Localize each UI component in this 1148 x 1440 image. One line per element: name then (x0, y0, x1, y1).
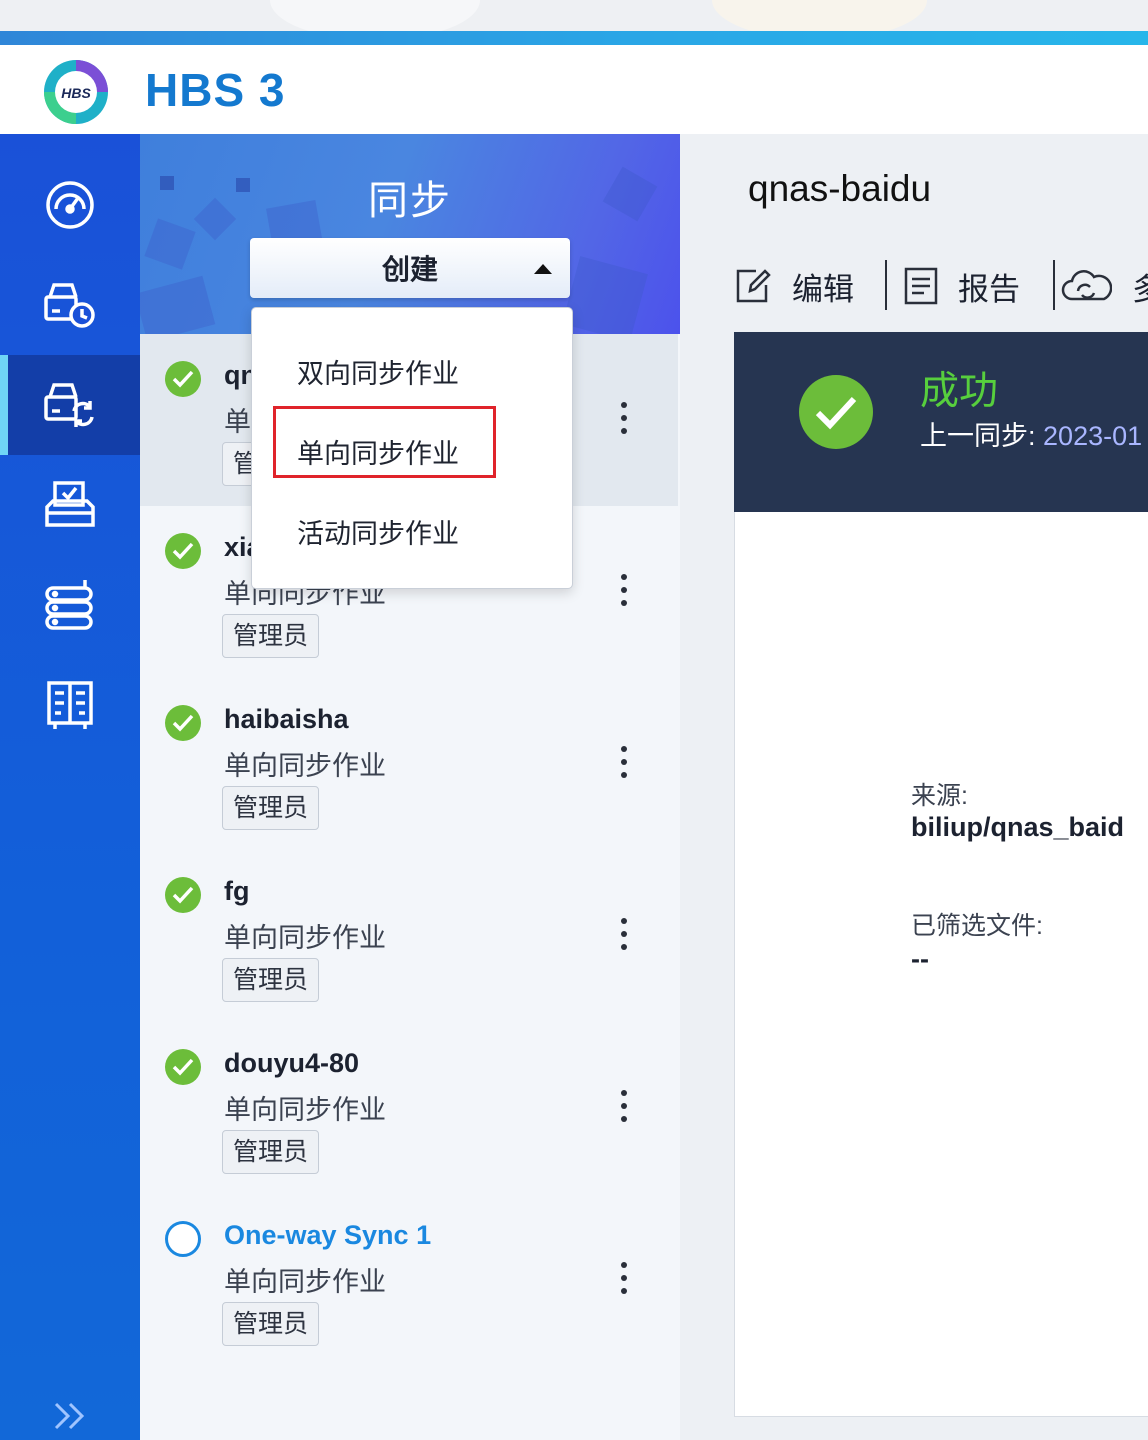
nav-storage[interactable] (0, 555, 140, 655)
background-shape (270, 0, 480, 31)
browser-top-strip (0, 0, 1148, 31)
job-name: fg (224, 876, 250, 906)
status-text: 成功 (920, 370, 999, 413)
more-options-icon[interactable] (610, 742, 638, 782)
owner-tag: 管理员 (222, 1130, 320, 1174)
sync-icon (44, 383, 94, 427)
menu-item-active-sync[interactable]: 活动同步作业 (297, 512, 459, 551)
pending-circle-icon (165, 1221, 201, 1257)
multi-cloud-button[interactable]: 多 (1060, 260, 1148, 312)
detail-toolbar: 编辑 报告 多 (734, 260, 1148, 312)
job-detail-pane: qnas-baidu 编辑 报告 多 成功 上一同步: 2023-01 来源: … (680, 134, 1148, 1440)
job-name: douyu4-80 (224, 1048, 360, 1078)
create-dropdown-menu: 双向同步作业 单向同步作业 活动同步作业 (251, 307, 573, 589)
job-name: One-way Sync 1 (224, 1220, 432, 1250)
job-type: 单向同步作业 (224, 1267, 386, 1297)
source-value: biliup/qnas_baid (911, 812, 1125, 842)
status-card: 成功 上一同步: 2023-01 (734, 332, 1148, 512)
report-button[interactable]: 报告 (904, 260, 1020, 312)
dashboard-icon (46, 181, 94, 229)
nav-sync[interactable] (0, 355, 140, 455)
owner-tag: 管理员 (222, 1302, 320, 1346)
more-options-icon[interactable] (610, 914, 638, 954)
job-name: haibaisha (224, 704, 349, 734)
create-button[interactable]: 创建 (250, 238, 570, 298)
section-title: 同步 (368, 179, 452, 223)
services-cabinet-icon (47, 681, 93, 729)
banner-decoration (144, 218, 196, 270)
jobs-tray-icon (45, 481, 95, 527)
double-chevron-right-icon (54, 1402, 85, 1430)
success-check-icon (165, 877, 201, 913)
cloud-sync-icon (1061, 270, 1112, 301)
menu-item-one-way-sync[interactable]: 单向同步作业 (297, 432, 459, 471)
owner-tag: 管理员 (222, 786, 320, 830)
filtered-files-value: -- (911, 944, 929, 974)
success-check-icon (165, 533, 201, 569)
section-banner: 同步 创建 (140, 134, 680, 334)
edit-icon (736, 269, 771, 303)
job-item[interactable]: haibaisha 单向同步作业 管理员 (140, 678, 678, 850)
source-label: 来源: (911, 782, 968, 810)
filtered-files-label: 已筛选文件: (911, 912, 1043, 940)
nav-backup-restore[interactable] (0, 255, 140, 355)
expand-rail-button[interactable] (48, 1394, 92, 1438)
banner-decoration (562, 256, 648, 334)
success-check-icon (165, 1049, 201, 1085)
more-options-icon[interactable] (610, 398, 638, 438)
last-sync: 上一同步: 2023-01 (920, 414, 1142, 453)
create-button-label: 创建 (381, 254, 438, 285)
edit-button[interactable]: 编辑 (734, 260, 854, 312)
accent-bar (0, 31, 1148, 45)
last-sync-label: 上一同步: (920, 421, 1036, 451)
banner-decoration (140, 275, 216, 334)
more-options-icon[interactable] (610, 1086, 638, 1126)
more-options-icon[interactable] (610, 570, 638, 610)
background-shape (712, 0, 927, 31)
success-check-icon (165, 705, 201, 741)
report-label: 报告 (958, 271, 1020, 307)
detail-body: 来源: biliup/qnas_baid 已筛选文件: -- (734, 512, 1148, 1417)
nav-services[interactable] (0, 655, 140, 755)
edit-label: 编辑 (792, 271, 854, 307)
job-type: 单向同步作业 (224, 751, 386, 781)
job-type: 单向同步作业 (224, 923, 386, 953)
app-header: HBS HBS 3 (0, 45, 1148, 134)
success-check-icon (165, 361, 201, 397)
app-title: HBS 3 (145, 64, 286, 116)
nav-dashboard[interactable] (0, 155, 140, 255)
multi-cloud-label: 多 (1132, 271, 1148, 307)
job-item[interactable]: fg 单向同步作业 管理员 (140, 850, 678, 1022)
hbs-logo: HBS (42, 58, 110, 126)
report-icon (904, 267, 938, 305)
svg-text:HBS: HBS (61, 85, 91, 101)
toolbar-divider (1053, 260, 1055, 310)
owner-tag: 管理员 (222, 958, 320, 1002)
last-sync-value: 2023-01 (1043, 421, 1143, 451)
job-item[interactable]: One-way Sync 1 单向同步作业 管理员 (140, 1194, 678, 1366)
storage-server-icon (45, 580, 93, 630)
owner-tag: 管理员 (222, 614, 320, 658)
job-type: 单向同步作业 (224, 1095, 386, 1125)
backup-restore-icon (44, 283, 95, 328)
left-nav-rail (0, 134, 140, 1440)
menu-item-two-way-sync[interactable]: 双向同步作业 (297, 352, 459, 391)
success-check-icon (799, 375, 873, 449)
detail-title: qnas-baidu (748, 168, 932, 209)
caret-up-icon (534, 264, 552, 274)
nav-jobs[interactable] (0, 455, 140, 555)
more-options-icon[interactable] (610, 1258, 638, 1298)
toolbar-divider (885, 260, 887, 310)
job-item[interactable]: douyu4-80 单向同步作业 管理员 (140, 1022, 678, 1194)
